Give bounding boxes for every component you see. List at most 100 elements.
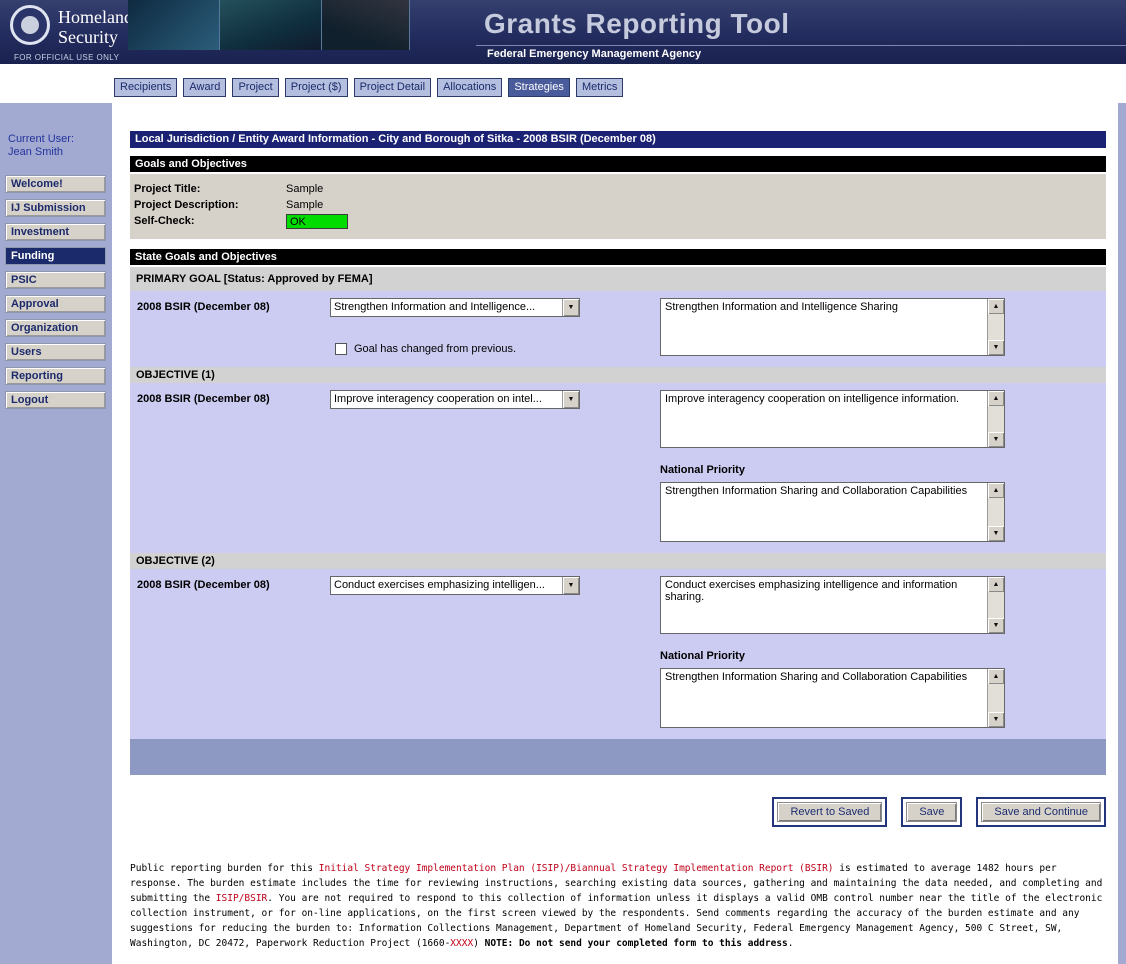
tab-strategies[interactable]: Strategies bbox=[508, 78, 570, 97]
objective2-textarea[interactable]: Conduct exercises emphasizing intelligen… bbox=[660, 576, 1005, 634]
objective2-select-value: Conduct exercises emphasizing intelligen… bbox=[331, 577, 562, 594]
objective1-select[interactable]: Improve interagency cooperation on intel… bbox=[330, 390, 580, 409]
primary-goal-select[interactable]: Strengthen Information and Intelligence.… bbox=[330, 298, 580, 317]
scrollbar[interactable]: ▲ ▼ bbox=[987, 577, 1004, 633]
save-and-continue-button[interactable]: Save and Continue bbox=[981, 802, 1101, 822]
objective1-textarea[interactable]: Improve interagency cooperation on intel… bbox=[660, 390, 1005, 448]
objective2-section: 2008 BSIR (December 08) Conduct exercise… bbox=[130, 569, 1106, 739]
tab-recipients[interactable]: Recipients bbox=[114, 78, 177, 97]
sidebar-item-logout[interactable]: Logout bbox=[5, 391, 106, 409]
scroll-down-icon[interactable]: ▼ bbox=[988, 712, 1004, 727]
objective2-national-priority-text: Strengthen Information Sharing and Colla… bbox=[661, 669, 987, 727]
scrollbar-track[interactable] bbox=[988, 498, 1004, 526]
objective2-header: OBJECTIVE (2) bbox=[130, 553, 1106, 569]
burden-text: ) bbox=[473, 938, 484, 949]
dropdown-arrow-icon[interactable]: ▼ bbox=[562, 299, 579, 316]
scrollbar[interactable]: ▲ ▼ bbox=[987, 483, 1004, 541]
objective1-text: Improve interagency cooperation on intel… bbox=[661, 391, 987, 447]
collage-panel-1 bbox=[128, 0, 220, 50]
sidebar-item-psic[interactable]: PSIC bbox=[5, 271, 106, 289]
fouo-label: FOR OFFICIAL USE ONLY bbox=[14, 53, 119, 62]
body-row: Current User: Jean Smith Welcome! IJ Sub… bbox=[0, 103, 1126, 964]
self-check-label: Self-Check: bbox=[134, 213, 286, 229]
scroll-down-icon[interactable]: ▼ bbox=[988, 526, 1004, 541]
burden-note: NOTE: Do not send your completed form to… bbox=[485, 938, 788, 949]
revert-to-saved-button[interactable]: Revert to Saved bbox=[777, 802, 882, 822]
tab-award[interactable]: Award bbox=[183, 78, 226, 97]
primary-goal-textarea[interactable]: Strengthen Information and Intelligence … bbox=[660, 298, 1005, 356]
scrollbar-track[interactable] bbox=[988, 684, 1004, 712]
sidebar-item-welcome[interactable]: Welcome! bbox=[5, 175, 106, 193]
sidebar-item-ij-submission[interactable]: IJ Submission bbox=[5, 199, 106, 217]
form-footer-band bbox=[130, 739, 1106, 775]
dhs-seal-logo bbox=[10, 5, 50, 45]
sidebar-item-users[interactable]: Users bbox=[5, 343, 106, 361]
app-header: Homeland Security Grants Reporting Tool … bbox=[0, 0, 1126, 64]
objective2-national-priority-label: National Priority bbox=[660, 650, 1005, 662]
objective1-header: OBJECTIVE (1) bbox=[130, 367, 1106, 383]
save-button-frame: Save bbox=[901, 797, 962, 827]
collage-panel-2 bbox=[220, 0, 322, 50]
sidebar-item-approval[interactable]: Approval bbox=[5, 295, 106, 313]
action-button-row: Revert to Saved Save Save and Continue bbox=[130, 797, 1106, 827]
scrollbar[interactable]: ▲ ▼ bbox=[987, 669, 1004, 727]
save-continue-button-frame: Save and Continue bbox=[976, 797, 1106, 827]
tab-project-detail[interactable]: Project Detail bbox=[354, 78, 431, 97]
omb-number-placeholder: XXXX bbox=[450, 938, 473, 949]
objective1-national-priority-text: Strengthen Information Sharing and Colla… bbox=[661, 483, 987, 541]
primary-goal-text: Strengthen Information and Intelligence … bbox=[661, 299, 987, 355]
save-button[interactable]: Save bbox=[906, 802, 957, 822]
collage-panel-3 bbox=[322, 0, 410, 50]
scroll-up-icon[interactable]: ▲ bbox=[988, 577, 1004, 592]
goal-changed-checkbox[interactable] bbox=[335, 343, 347, 355]
content-wrap: Local Jurisdiction / Entity Award Inform… bbox=[112, 103, 1126, 964]
primary-goal-section: 2008 BSIR (December 08) Strengthen Infor… bbox=[130, 291, 1106, 367]
primary-goal-select-value: Strengthen Information and Intelligence.… bbox=[331, 299, 562, 316]
scroll-down-icon[interactable]: ▼ bbox=[988, 432, 1004, 447]
sidebar-item-reporting[interactable]: Reporting bbox=[5, 367, 106, 385]
objective2-select[interactable]: Conduct exercises emphasizing intelligen… bbox=[330, 576, 580, 595]
tab-project[interactable]: Project bbox=[232, 78, 278, 97]
revert-button-frame: Revert to Saved bbox=[772, 797, 887, 827]
scrollbar[interactable]: ▲ ▼ bbox=[987, 391, 1004, 447]
scrollbar-track[interactable] bbox=[988, 406, 1004, 432]
scroll-up-icon[interactable]: ▲ bbox=[988, 391, 1004, 406]
primary-goal-header: PRIMARY GOAL [Status: Approved by FEMA] bbox=[130, 267, 1106, 291]
objective2-text: Conduct exercises emphasizing intelligen… bbox=[661, 577, 987, 633]
section-header-goals: Goals and Objectives bbox=[130, 156, 1106, 172]
dropdown-arrow-icon[interactable]: ▼ bbox=[562, 391, 579, 408]
tab-allocations[interactable]: Allocations bbox=[437, 78, 502, 97]
page-title-bar: Local Jurisdiction / Entity Award Inform… bbox=[130, 131, 1106, 148]
objective1-select-value: Improve interagency cooperation on intel… bbox=[331, 391, 562, 408]
sidebar-item-funding[interactable]: Funding bbox=[5, 247, 106, 265]
objective1-national-priority-label: National Priority bbox=[660, 464, 1005, 476]
scroll-down-icon[interactable]: ▼ bbox=[988, 618, 1004, 633]
objective1-row-label: 2008 BSIR (December 08) bbox=[130, 390, 326, 542]
burden-text: . bbox=[788, 938, 794, 949]
scrollbar-track[interactable] bbox=[988, 592, 1004, 618]
isip-bsir-link[interactable]: Initial Strategy Implementation Plan (IS… bbox=[319, 863, 834, 874]
self-check-field: OK bbox=[286, 214, 348, 229]
brand-homeland-security: Homeland Security bbox=[58, 7, 133, 47]
tab-project-dollars[interactable]: Project ($) bbox=[285, 78, 348, 97]
scrollbar[interactable]: ▲ ▼ bbox=[987, 299, 1004, 355]
scroll-down-icon[interactable]: ▼ bbox=[988, 340, 1004, 355]
sidebar: Current User: Jean Smith Welcome! IJ Sub… bbox=[0, 103, 112, 964]
sidebar-item-organization[interactable]: Organization bbox=[5, 319, 106, 337]
objective1-section: 2008 BSIR (December 08) Improve interage… bbox=[130, 383, 1106, 553]
current-user-label: Current User: bbox=[8, 133, 112, 146]
current-user-name: Jean Smith bbox=[8, 146, 112, 159]
scrollbar-track[interactable] bbox=[988, 314, 1004, 340]
scroll-up-icon[interactable]: ▲ bbox=[988, 483, 1004, 498]
sidebar-item-investment[interactable]: Investment bbox=[5, 223, 106, 241]
page: Homeland Security Grants Reporting Tool … bbox=[0, 0, 1126, 964]
scroll-up-icon[interactable]: ▲ bbox=[988, 299, 1004, 314]
project-description-label: Project Description: bbox=[134, 197, 286, 213]
isip-bsir-short-link[interactable]: ISIP/BSIR bbox=[216, 893, 267, 904]
scroll-up-icon[interactable]: ▲ bbox=[988, 669, 1004, 684]
header-divider bbox=[476, 45, 1126, 46]
tab-metrics[interactable]: Metrics bbox=[576, 78, 623, 97]
objective1-national-priority-textarea[interactable]: Strengthen Information Sharing and Colla… bbox=[660, 482, 1005, 542]
objective2-national-priority-textarea[interactable]: Strengthen Information Sharing and Colla… bbox=[660, 668, 1005, 728]
dropdown-arrow-icon[interactable]: ▼ bbox=[562, 577, 579, 594]
